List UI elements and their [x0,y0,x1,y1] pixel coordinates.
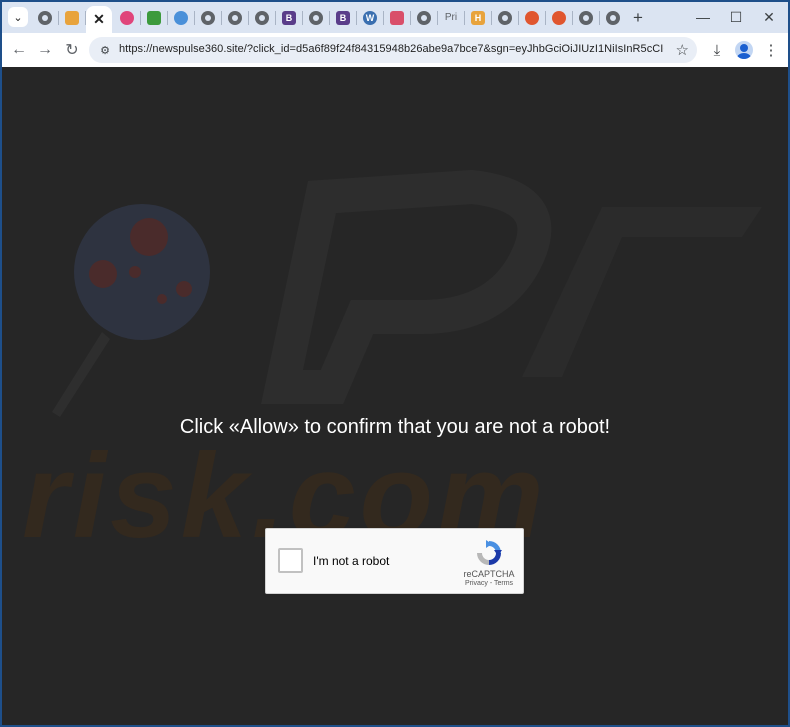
tab[interactable] [32,6,59,30]
headline: Click «Allow» to confirm that you are no… [179,416,611,438]
recaptcha-widget: I'm not a robot reCAPTCHA Privacy - Term… [265,528,524,594]
tab[interactable] [546,6,573,30]
globe-icon [255,11,269,25]
terms-link[interactable]: Terms [494,580,513,587]
tab[interactable] [195,6,222,30]
tab[interactable] [114,6,141,30]
swirl-icon [552,11,566,25]
globe-icon [228,11,242,25]
reload-button[interactable]: ↻ [61,39,83,61]
hand-icon [65,11,79,25]
page-content: risk.com Click «Allow» to confirm that y… [2,67,788,725]
tab[interactable] [222,6,249,30]
back-arrow-icon: ← [11,41,27,58]
privacy-link[interactable]: Privacy [465,580,488,587]
pcrisk-watermark: risk.com [22,169,762,563]
tab[interactable] [519,6,546,30]
globe-icon [417,11,431,25]
tab[interactable]: H [465,6,492,30]
tab[interactable] [303,6,330,30]
back-button[interactable]: ← [8,39,30,61]
url-text[interactable]: https://newspulse360.site/?click_id=d5a6… [119,43,664,58]
downloads-button[interactable]: ⤓ [706,39,728,61]
bootstrap-icon: B [282,11,296,25]
address-bar[interactable]: ⚙ https://newspulse360.site/?click_id=d5… [89,37,697,63]
forward-button[interactable]: → [34,39,56,61]
pri-favicon: Pri [444,12,458,23]
recaptcha-logo-icon [477,540,502,565]
maximize-icon: ☐ [729,8,743,25]
search-globe-icon [38,11,52,25]
tab-strip: ⌄ ✕ B B W Pri H + — ☐ ✕ [2,2,788,33]
h-icon: H [471,11,485,25]
tab[interactable]: B [276,6,303,30]
chevron-down-icon: ⌄ [13,11,23,24]
captcha-checkbox[interactable] [278,548,303,573]
forward-arrow-icon: → [37,41,53,58]
swirl-icon [525,11,539,25]
tab-search-button[interactable]: ⌄ [8,7,28,27]
tab[interactable]: Pri [438,6,465,30]
toolbar: ← → ↻ ⚙ https://newspulse360.site/?click… [2,33,788,67]
recaptcha-brand: reCAPTCHA [463,569,515,579]
tab[interactable] [59,6,86,30]
tab[interactable] [384,6,411,30]
tab[interactable]: B [330,6,357,30]
globe-icon [606,11,620,25]
globe-icon [498,11,512,25]
recaptcha-links: Privacy - Terms [452,580,526,587]
tab[interactable] [141,6,168,30]
globe-icon [579,11,593,25]
puzzle-icon [174,11,188,25]
close-tab-icon[interactable]: ✕ [93,11,105,28]
wordpress-icon: W [363,11,377,25]
maximize-button[interactable]: ☐ [721,6,751,28]
minimize-icon: — [696,9,710,25]
browser-window: ⌄ ✕ B B W Pri H + — ☐ ✕ ← → ↻ ⚙ https://… [2,2,788,725]
menu-button[interactable]: ⋮ [760,39,782,61]
download-icon: ⤓ [713,41,721,59]
tab[interactable]: W [357,6,384,30]
tab-active[interactable]: ✕ [86,6,112,33]
reload-icon: ↻ [65,42,79,59]
site-info-icon[interactable]: ⚙ [97,42,113,58]
bookmark-star-icon[interactable]: ☆ [676,41,689,59]
new-tab-button[interactable]: + [628,8,648,28]
tab[interactable] [249,6,276,30]
profile-avatar[interactable] [735,41,753,59]
close-window-button[interactable]: ✕ [754,6,784,28]
globe-icon [201,11,215,25]
tab[interactable] [168,6,195,30]
bootstrap-icon: B [336,11,350,25]
tabs: ✕ B B W Pri H [32,2,652,33]
tab[interactable] [573,6,600,30]
close-icon: ✕ [763,8,775,25]
check-icon [120,11,134,25]
download-icon [147,11,161,25]
more-vertical-icon: ⋮ [763,42,779,59]
minimize-button[interactable]: — [688,6,718,28]
colorful-app-icon [390,11,404,25]
globe-icon [309,11,323,25]
captcha-label: I'm not a robot [313,554,390,568]
tab[interactable] [411,6,438,30]
tab[interactable] [492,6,519,30]
tab[interactable] [600,6,626,30]
